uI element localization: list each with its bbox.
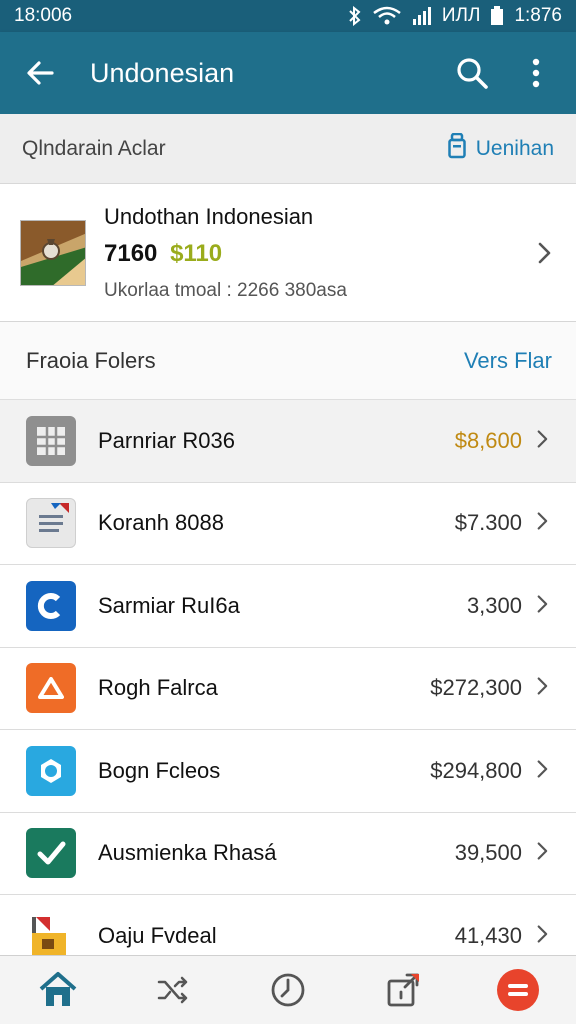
back-arrow-icon[interactable]: [18, 51, 62, 95]
list-item-value: 3,300: [466, 592, 522, 618]
c-logo-icon: [26, 580, 76, 631]
summary-card[interactable]: Undothan Indonesian 7160 $110 Ukorlaa tm…: [0, 184, 576, 322]
page-title: Undonesian: [90, 57, 235, 88]
ring-icon: [26, 745, 76, 796]
list-item[interactable]: Ausmienka Rhasá 39,500: [0, 812, 576, 895]
summary-subtitle: Ukorlaa tmoal : 2266 380asa: [104, 279, 347, 301]
chevron-right-icon: [532, 511, 556, 535]
battery-icon: [490, 6, 504, 26]
list-item[interactable]: Rogh Falrca $272,300: [0, 647, 576, 730]
chevron-right-icon: [532, 841, 556, 865]
chevron-right-icon: [532, 676, 556, 700]
bluetooth-icon: [348, 6, 362, 26]
list-item-label: Parnriar R036: [98, 427, 235, 453]
bottom-nav: [0, 955, 576, 1024]
search-icon[interactable]: [450, 51, 494, 95]
list-item[interactable]: Bogn Fcleos $294,800: [0, 730, 576, 813]
status-bar: 18:006 ИЛЛ 1:876: [0, 0, 576, 32]
filter-link-button[interactable]: Uenihan: [448, 132, 554, 165]
check-icon: [26, 828, 76, 879]
list-item-value: 41,430: [454, 922, 522, 948]
filter-label: Qlndarain Aclar: [22, 136, 166, 160]
list-item[interactable]: Koranh 8088 $7.300: [0, 482, 576, 565]
section-link[interactable]: Vers Flar: [464, 348, 552, 374]
list-item-label: Koranh 8088: [98, 510, 224, 536]
shuffle-icon[interactable]: [145, 962, 201, 1018]
grid-icon: [26, 415, 76, 466]
summary-title: Undothan Indonesian: [104, 203, 314, 229]
list-item-value: $8,600: [454, 427, 522, 453]
section-header: Fraoia Folers Vers Flar: [0, 322, 576, 400]
list-item-value: $7.300: [454, 510, 522, 536]
clock-icon[interactable]: [260, 962, 316, 1018]
asset-list: Parnriar R036 $8,600 Koranh 8088 $7.300 …: [0, 400, 576, 978]
list-item-label: Sarmiar RuI6a: [98, 592, 240, 618]
chevron-right-icon: [532, 594, 556, 618]
summary-amount: 7160: [104, 239, 158, 267]
status-icons: ИЛЛ 1:876: [348, 5, 562, 27]
chevron-right-icon: [532, 429, 556, 453]
status-time-left: 18:006: [14, 5, 73, 26]
list-item-label: Bogn Fcleos: [98, 757, 221, 783]
status-time-right: 1:876: [514, 5, 562, 26]
list-item-label: Ausmienka Rhasá: [98, 840, 277, 866]
signal-icon: [412, 6, 432, 26]
summary-text: Undothan Indonesian 7160 $110 Ukorlaa tm…: [104, 204, 532, 302]
app-bar: Undonesian: [0, 32, 576, 114]
list-item-value: $294,800: [430, 757, 522, 783]
chevron-right-icon: [532, 924, 556, 948]
summary-gain: $110: [170, 239, 223, 267]
wifi-icon: [372, 6, 402, 26]
filter-link-label: Uenihan: [475, 136, 554, 160]
list-item-label: Oaju Fvdeal: [98, 922, 217, 948]
list-item[interactable]: Sarmiar RuI6a 3,300: [0, 565, 576, 648]
menu-circle-icon[interactable]: [490, 962, 546, 1018]
battery-text: ИЛЛ: [441, 5, 481, 26]
filter-bar: Qlndarain Aclar Uenihan: [0, 114, 576, 184]
summary-amounts: 7160 $110: [104, 240, 532, 268]
list-item[interactable]: Parnriar R036 $8,600: [0, 400, 576, 483]
more-vert-icon[interactable]: [514, 51, 558, 95]
home-icon[interactable]: [30, 962, 86, 1018]
section-label: Fraoia Folers: [26, 347, 156, 373]
triangle-icon: [26, 663, 76, 714]
list-item-value: 39,500: [454, 840, 522, 866]
lock-icon: [448, 132, 466, 165]
share-icon[interactable]: [375, 962, 431, 1018]
flag-icon: [26, 911, 76, 961]
document-icon: [26, 498, 76, 549]
list-item-label: Rogh Falrca: [98, 675, 218, 701]
chevron-right-icon: [532, 241, 556, 265]
chevron-right-icon: [532, 759, 556, 783]
list-item-value: $272,300: [430, 675, 522, 701]
summary-thumbnail: [20, 219, 86, 286]
